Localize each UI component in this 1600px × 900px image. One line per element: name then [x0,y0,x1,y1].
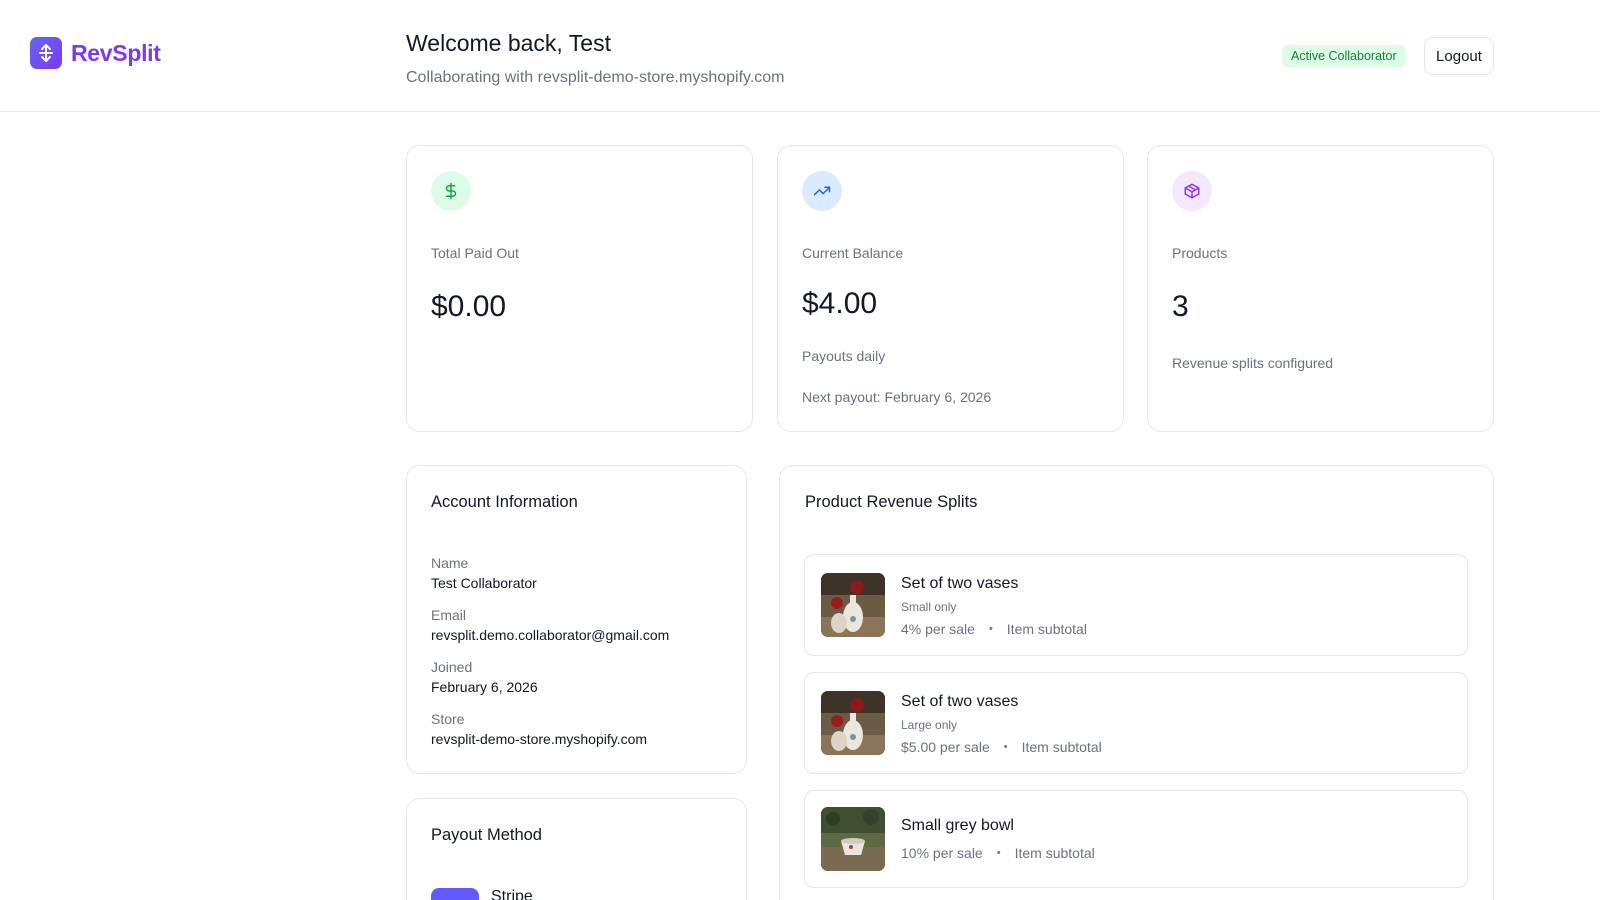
stat-card-current-balance: Current Balance $4.00 Payouts daily Next… [777,145,1124,432]
field-value-email: revsplit.demo.collaborator@gmail.com [431,627,670,643]
stat-value: $4.00 [802,287,878,320]
payout-method-card: Payout Method Stripe [406,798,747,900]
separator-dot: • [988,623,993,635]
status-badge: Active Collaborator [1282,45,1406,67]
split-basis: Item subtotal [1006,621,1087,637]
separator-dot: • [996,847,1001,859]
product-revenue-splits-card: Product Revenue Splits Set of two vases … [779,465,1494,900]
next-payout-date: Next payout: February 6, 2026 [802,389,992,405]
split-terms: 10% per sale • Item subtotal [901,845,1095,861]
split-arrows-icon [30,37,62,69]
dollar-icon [431,171,471,211]
split-terms: 4% per sale • Item subtotal [901,621,1087,637]
product-thumbnail [821,573,885,637]
product-variant: Small only [901,600,957,614]
payout-provider: Stripe [491,888,533,900]
product-thumbnail [821,691,885,755]
trending-up-icon [802,171,842,211]
split-row[interactable]: Set of two vases Large only $5.00 per sa… [804,672,1468,774]
stat-label: Current Balance [802,245,904,261]
brand-logo[interactable]: RevSplit [30,37,161,69]
page-title: Welcome back, Test [406,30,611,56]
stripe-logo-icon [431,888,479,900]
split-rate: 4% per sale [901,621,975,637]
payout-frequency: Payouts daily [802,348,886,364]
field-value-store: revsplit-demo-store.myshopify.com [431,731,648,747]
stat-value: 3 [1172,290,1189,323]
split-basis: Item subtotal [1014,845,1095,861]
product-thumbnail [821,807,885,871]
field-label-store: Store [431,711,465,727]
account-information-card: Account Information Name Test Collaborat… [406,465,747,774]
product-variant: Large only [901,718,958,732]
top-header: RevSplit Welcome back, Test Collaboratin… [0,0,1600,112]
card-title: Payout Method [431,826,542,844]
product-name: Set of two vases [901,575,1019,592]
product-name: Set of two vases [901,693,1019,710]
field-value-joined: February 6, 2026 [431,679,538,695]
split-rate: 10% per sale [901,845,983,861]
split-basis: Item subtotal [1021,739,1102,755]
field-value-name: Test Collaborator [431,575,537,591]
split-row[interactable]: Set of two vases Small only 4% per sale … [804,554,1468,656]
stat-label: Products [1172,245,1228,261]
brand-name: RevSplit [71,39,161,66]
stat-card-products: Products 3 Revenue splits configured [1147,145,1494,432]
split-rate: $5.00 per sale [901,739,990,755]
separator-dot: • [1003,741,1008,753]
welcome-block: Welcome back, Test Collaborating with re… [406,30,785,87]
field-label-email: Email [431,607,467,623]
page-subtitle: Collaborating with revsplit-demo-store.m… [406,69,785,86]
stat-value: $0.00 [431,290,507,323]
product-name: Small grey bowl [901,817,1014,834]
card-title: Account Information [431,493,578,511]
split-terms: $5.00 per sale • Item subtotal [901,739,1102,755]
card-title: Product Revenue Splits [805,493,978,511]
field-label-joined: Joined [431,659,473,675]
stat-card-total-paid: Total Paid Out $0.00 [406,145,753,432]
logout-button[interactable]: Logout [1424,37,1494,75]
package-icon [1172,171,1212,211]
splits-configured: Revenue splits configured [1172,355,1334,371]
split-row[interactable]: Small grey bowl 10% per sale • Item subt… [804,790,1468,888]
field-label-name: Name [431,555,469,571]
stat-label: Total Paid Out [431,245,519,261]
